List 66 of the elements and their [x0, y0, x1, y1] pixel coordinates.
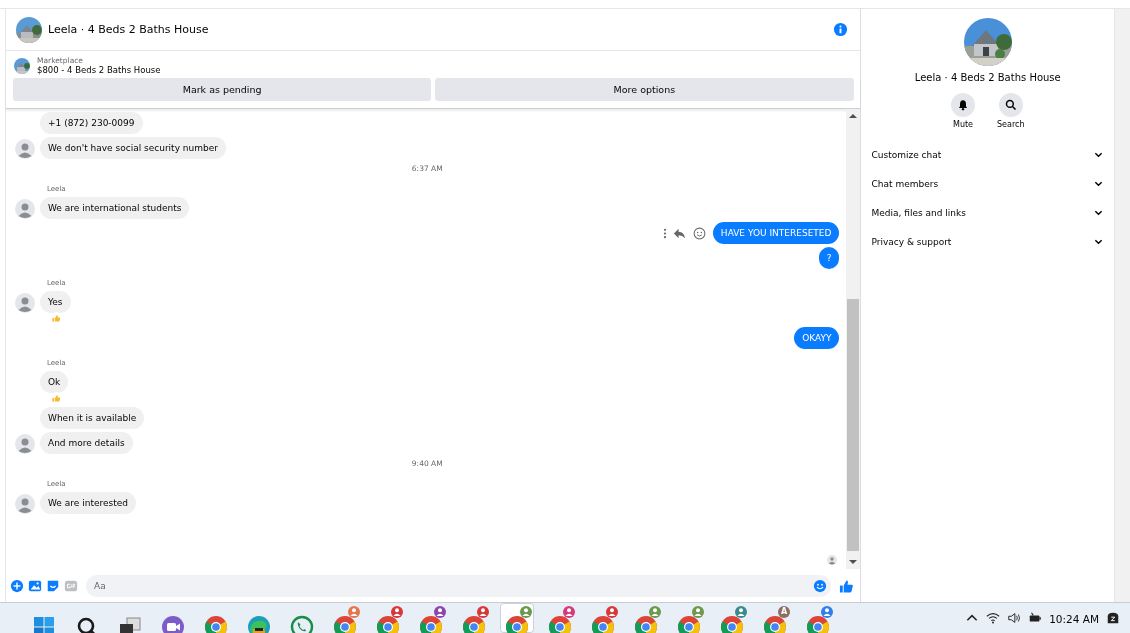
search-button[interactable]	[998, 93, 1023, 117]
mute-button[interactable]	[951, 93, 975, 117]
image-icon[interactable]	[28, 579, 42, 593]
message-bubble: We are international students	[40, 197, 190, 219]
emoji-icon[interactable]	[813, 579, 828, 593]
more-icon[interactable]	[661, 226, 668, 240]
message-bubble: ?	[818, 247, 840, 269]
message-bubble: When it is available	[40, 407, 145, 429]
emoji-icon[interactable]	[692, 226, 706, 240]
scrollbar[interactable]	[1114, 9, 1130, 602]
windows-logo-icon	[32, 615, 56, 633]
button-label: Search	[997, 120, 1025, 129]
section-header[interactable]: Chat members	[871, 175, 1104, 192]
message-bubble: Yes	[40, 291, 71, 313]
seen-avatar-icon	[827, 555, 838, 565]
profile-initial: A	[778, 606, 790, 618]
browser-icon	[634, 615, 658, 633]
info-icon[interactable]	[833, 22, 849, 37]
browser-icon	[419, 615, 443, 633]
browser-icon	[806, 615, 830, 633]
bell-icon	[957, 99, 969, 111]
battery-icon[interactable]	[1028, 611, 1043, 625]
message-bubble: Ok	[40, 371, 69, 393]
browser-icon	[462, 615, 486, 633]
taskbar-button[interactable]: A	[758, 603, 792, 633]
phone-chat-icon	[290, 615, 314, 633]
section-header[interactable]: Media, files and links	[871, 204, 1104, 221]
notification-icon[interactable]	[1106, 611, 1120, 625]
browser-icon	[548, 615, 572, 633]
add-icon[interactable]	[10, 579, 24, 593]
message-bubble: HAVE YOU INTERESETED	[712, 222, 840, 244]
chat-title: Leela · 4 Beds 2 Baths House	[48, 23, 210, 36]
scroll-up-icon[interactable]	[849, 113, 858, 119]
browser-icon	[763, 615, 787, 633]
browser-icon	[247, 615, 271, 633]
message-bubble: And more details	[40, 432, 133, 454]
button-label: Mute	[953, 120, 974, 129]
browser-icon	[677, 615, 701, 633]
message-bubble: We don't have social security number	[40, 137, 226, 159]
browser-icon	[204, 615, 228, 633]
thumbs-up-icon[interactable]	[839, 578, 855, 594]
browser-icon	[591, 615, 615, 633]
search-icon	[1004, 99, 1017, 111]
action-button[interactable]: More options	[435, 78, 854, 101]
message-bubble: +1 (872) 230-0099	[40, 112, 143, 134]
section-header[interactable]: Privacy & support	[871, 233, 1104, 250]
browser-icon	[505, 615, 529, 633]
action-button[interactable]: Mark as pending	[13, 78, 432, 101]
scroll-down-icon[interactable]	[849, 559, 858, 565]
browser-icon	[376, 615, 400, 633]
clock-time[interactable]: 10:24 AM	[1049, 613, 1099, 625]
message-bubble: We are interested	[40, 492, 136, 514]
browser-icon	[333, 615, 357, 633]
task-view-icon	[118, 615, 142, 633]
message-input[interactable]: Aa	[86, 575, 832, 597]
sticker-icon[interactable]	[46, 579, 60, 593]
chat-title: Leela · 4 Beds 2 Baths House	[914, 72, 1061, 83]
reply-icon[interactable]	[672, 226, 686, 240]
message-bubble: OKAYY	[794, 327, 840, 349]
scrollbar-thumb[interactable]	[847, 299, 860, 551]
listing-title[interactable]: $800 - 4 Beds 2 Baths House	[37, 65, 161, 75]
section-header[interactable]: Customize chat	[871, 146, 1104, 163]
browser-icon	[720, 615, 744, 633]
wifi-icon[interactable]	[986, 611, 1001, 625]
video-camera-icon	[161, 615, 185, 633]
volume-icon[interactable]	[1007, 611, 1022, 625]
